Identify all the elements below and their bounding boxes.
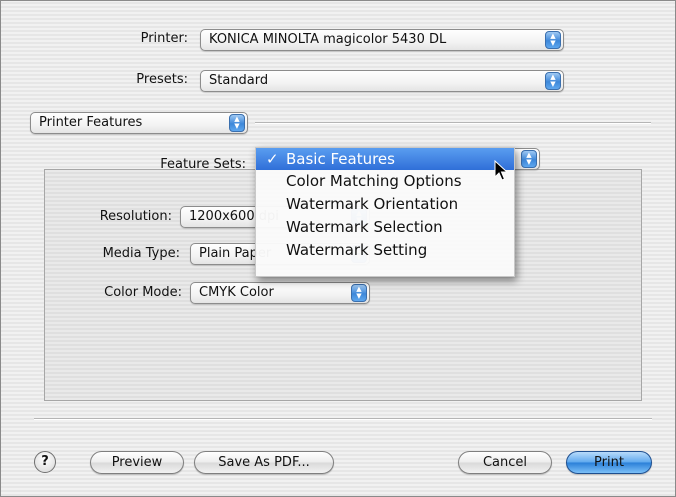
menu-item-label: Color Matching Options <box>286 172 462 190</box>
feature-sets-menu: ✓ Basic Features Color Matching Options … <box>255 147 515 277</box>
printer-value: KONICA MINOLTA magicolor 5430 DL <box>209 32 447 47</box>
printer-popup[interactable]: KONICA MINOLTA magicolor 5430 DL ▲ ▼ <box>200 29 564 51</box>
print-button[interactable]: Print <box>566 451 652 474</box>
menu-item-label: Watermark Selection <box>286 218 443 236</box>
printer-label: Printer: <box>140 31 188 46</box>
popup-arrows-icon: ▲▼ <box>545 72 561 90</box>
resolution-label: Resolution: <box>99 209 172 224</box>
cancel-button[interactable]: Cancel <box>458 451 552 474</box>
presets-value: Standard <box>209 73 269 88</box>
help-button[interactable]: ? <box>34 451 56 473</box>
menu-item-label: Watermark Orientation <box>286 195 459 213</box>
popup-arrows-icon: ▲▼ <box>545 31 561 49</box>
section-value: Printer Features <box>39 115 143 130</box>
popup-arrows-icon: ▲▼ <box>351 284 367 302</box>
media-type-label: Media Type: <box>102 246 180 261</box>
popup-arrows-icon: ▲▼ <box>521 150 537 168</box>
bottom-separator <box>34 418 652 420</box>
presets-label: Presets: <box>136 72 188 87</box>
color-mode-value: CMYK Color <box>199 285 274 300</box>
menu-item-label: Basic Features <box>286 150 395 168</box>
section-separator <box>255 122 651 124</box>
menu-item-label: Watermark Setting <box>286 241 428 259</box>
save-as-pdf-button[interactable]: Save As PDF... <box>194 451 334 474</box>
menu-item-watermark-selection[interactable]: Watermark Selection <box>256 216 514 239</box>
arrow-cursor-icon <box>494 160 509 181</box>
color-mode-popup[interactable]: CMYK Color ▲ ▼ <box>190 282 370 304</box>
preview-button[interactable]: Preview <box>90 451 184 474</box>
menu-item-basic-features[interactable]: ✓ Basic Features <box>256 148 514 170</box>
checkmark-icon: ✓ <box>266 150 279 168</box>
feature-sets-label: Feature Sets: <box>160 157 246 172</box>
popup-arrows-icon: ▲▼ <box>229 114 245 132</box>
menu-item-watermark-setting[interactable]: Watermark Setting <box>256 239 514 262</box>
section-popup[interactable]: Printer Features ▲ ▼ <box>30 112 248 134</box>
presets-popup[interactable]: Standard ▲ ▼ <box>200 70 564 92</box>
menu-item-color-matching[interactable]: Color Matching Options <box>256 170 514 193</box>
color-mode-label: Color Mode: <box>104 285 182 300</box>
menu-item-watermark-orientation[interactable]: Watermark Orientation <box>256 193 514 216</box>
